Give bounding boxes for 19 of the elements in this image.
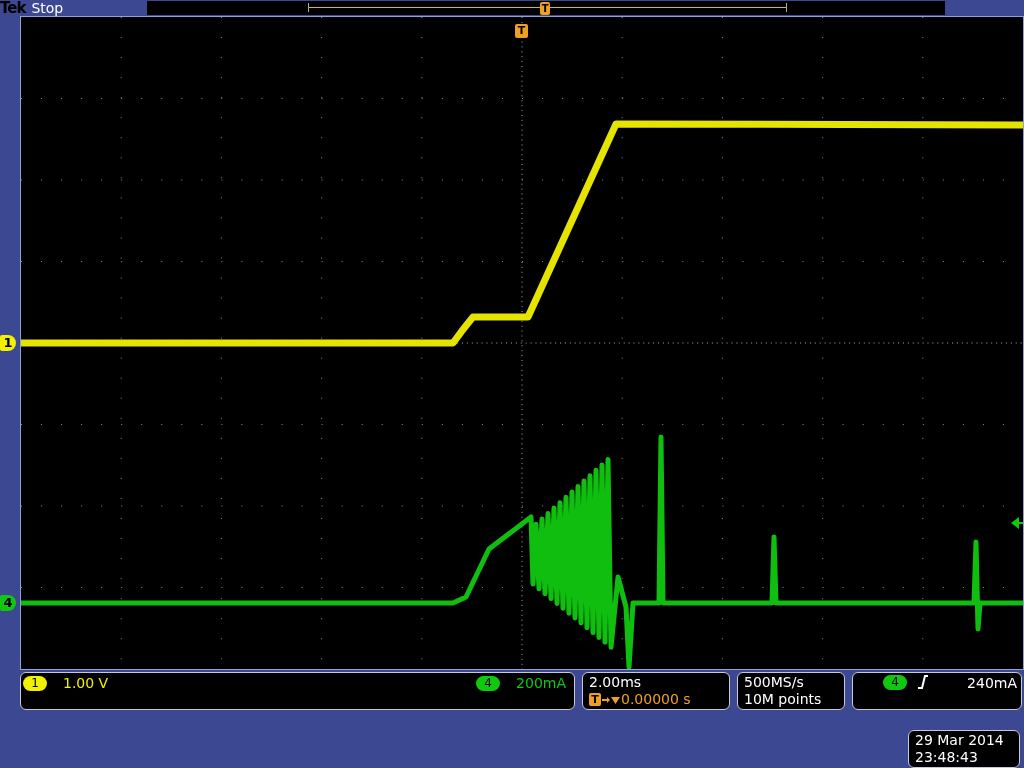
channel-scale: 1.00 V — [63, 675, 109, 691]
record-length: 10M points — [744, 691, 823, 708]
brand-logo: Tek — [0, 0, 26, 16]
channel-scale: 200mA — [516, 675, 566, 691]
trigger-level: 240mA — [967, 675, 1017, 691]
trigger-position: 0.00000 s — [621, 691, 691, 708]
trigger-label: T — [589, 693, 601, 706]
sample-rate: 500MS/s — [744, 674, 805, 691]
trigger-source-badge[interactable]: 4 — [883, 675, 907, 690]
channel-badge[interactable]: 4 — [476, 675, 501, 691]
date: 29 Mar 2014 — [915, 732, 1005, 749]
channel-marker[interactable]: 4 — [0, 595, 16, 611]
trigger-marker: T — [515, 24, 528, 38]
channel-marker[interactable]: 1 — [0, 335, 16, 351]
acquisition-state: Stop — [31, 0, 64, 16]
time-scale: 2.00ms — [589, 674, 643, 691]
channel-badge[interactable]: 1 — [23, 675, 47, 691]
time: 23:48:43 — [915, 749, 979, 766]
trigger-position-marker: T — [540, 2, 551, 15]
